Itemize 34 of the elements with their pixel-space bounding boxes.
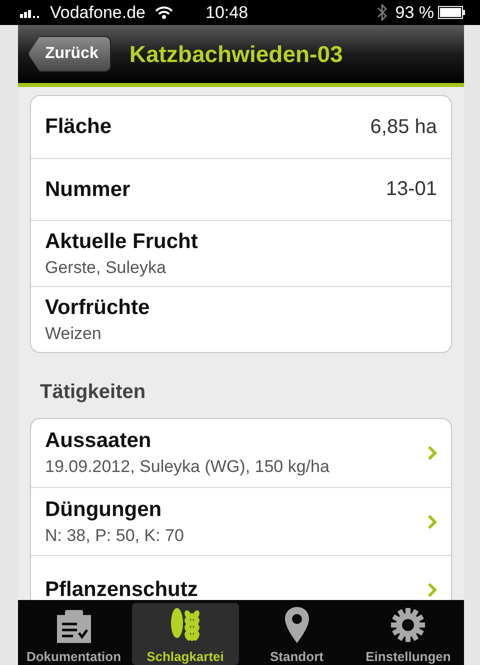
tab-item[interactable]: Dokumentation xyxy=(20,603,128,665)
tab-item[interactable]: Schlagkartei xyxy=(132,603,239,665)
field-value: 13-01 xyxy=(386,178,437,201)
field-label: Vorfrüchte xyxy=(45,296,151,320)
activity-summary: N: 38, P: 50, K: 70 xyxy=(45,526,185,546)
tab-item[interactable]: Einstellungen xyxy=(354,603,462,665)
activity-title: Düngungen xyxy=(45,498,163,522)
activity-row[interactable]: Düngungen N: 38, P: 50, K: 70 xyxy=(31,487,451,555)
wifi-icon xyxy=(155,6,174,19)
field-value: Weizen xyxy=(45,324,102,344)
section-header: Tätigkeiten xyxy=(39,380,147,405)
activity-title: Pflanzenschutz xyxy=(45,578,199,600)
field-value: Gerste, Suleyka xyxy=(45,258,167,278)
field-label: Nummer xyxy=(45,178,132,202)
battery-icon xyxy=(438,6,466,19)
activity-summary: 19.09.2012, Suleyka (WG), 150 kg/ha xyxy=(45,457,330,477)
map-pin-icon xyxy=(284,607,310,643)
clock-time: 10:48 xyxy=(205,2,248,22)
bluetooth-icon xyxy=(377,4,388,21)
activity-row[interactable]: Aussaaten 19.09.2012, Suleyka (WG), 150 kg/ha xyxy=(31,419,451,487)
field-value: 6,85 ha xyxy=(370,116,437,138)
field-label: Aktuelle Frucht xyxy=(45,230,199,254)
battery-percentage: 93 % xyxy=(395,2,434,22)
tab-item[interactable]: Standort xyxy=(243,603,350,665)
back-button[interactable]: Zurück xyxy=(28,36,112,72)
carrier-name: Vodafone.de xyxy=(50,2,146,22)
clipboard-icon xyxy=(54,609,93,643)
chevron-icon xyxy=(427,514,437,530)
settings-icon xyxy=(390,607,426,643)
field-label: Fläche xyxy=(45,115,113,139)
chevron-icon xyxy=(427,582,437,598)
activity-title: Aussaaten xyxy=(45,429,152,453)
page-title: Katzbachwieden-03 xyxy=(129,40,343,68)
chevron-icon xyxy=(427,445,437,461)
